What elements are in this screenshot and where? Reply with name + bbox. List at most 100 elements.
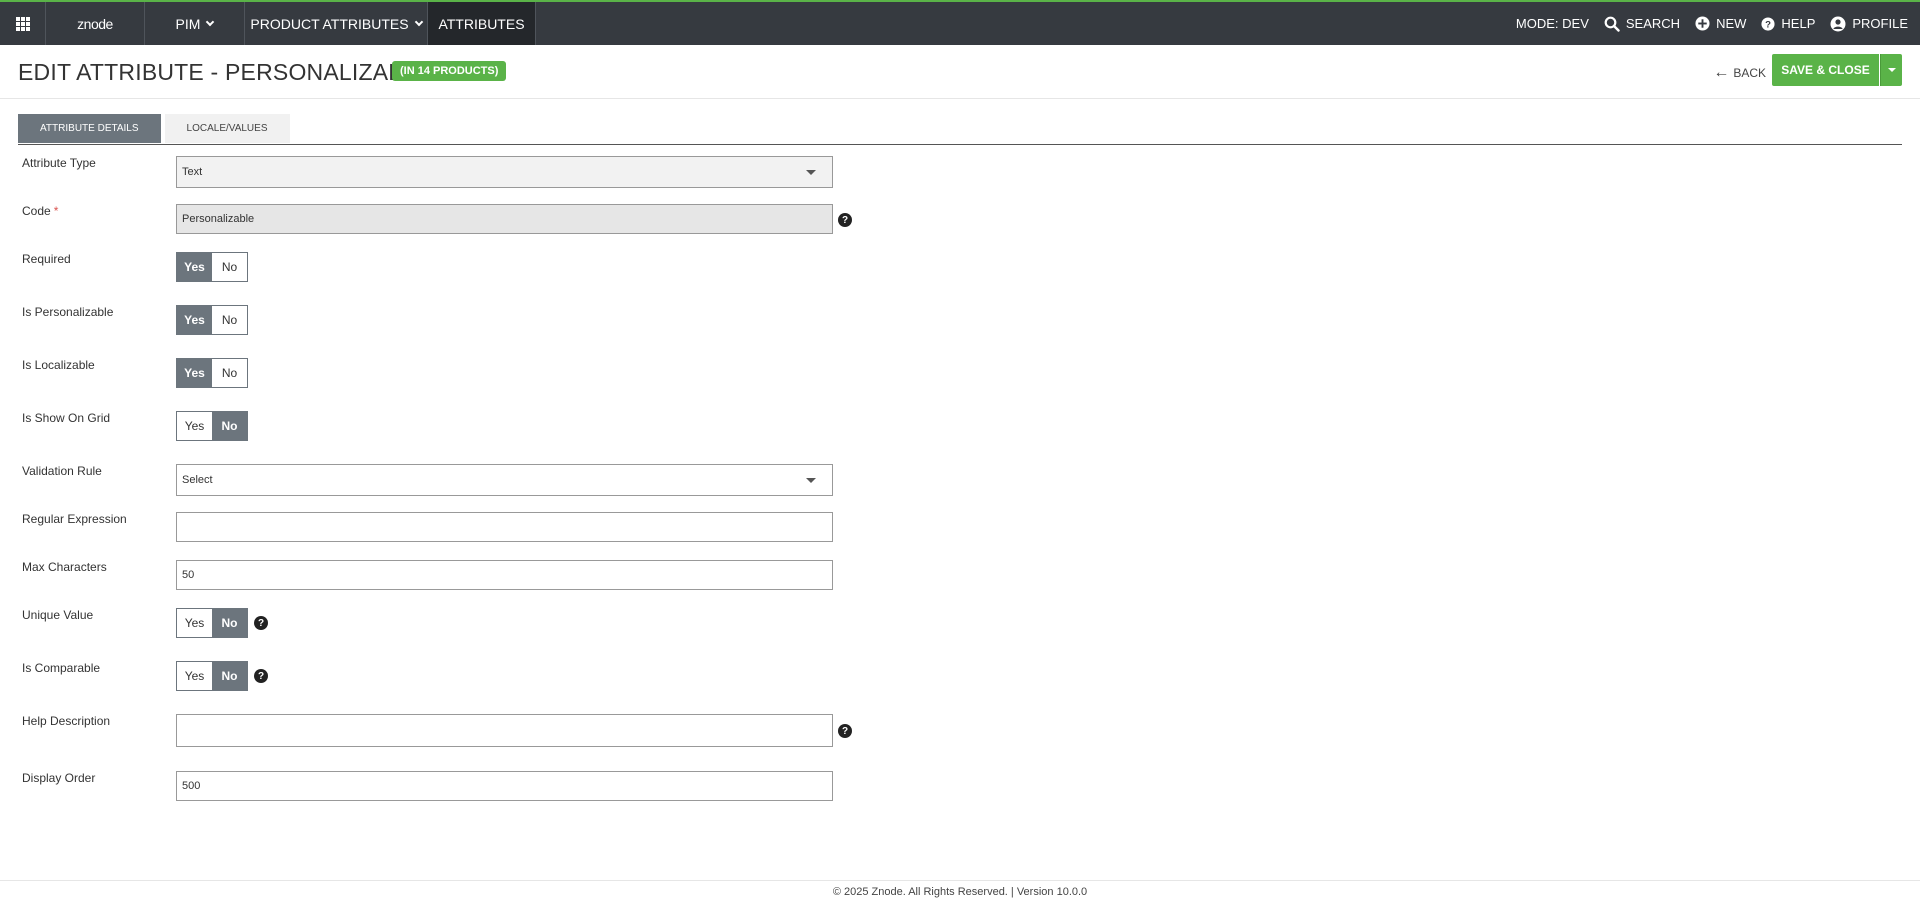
max-characters-input[interactable]: 50	[176, 560, 833, 590]
question-circle-icon: ?	[1761, 16, 1775, 31]
required-toggle: Yes No	[176, 252, 248, 282]
tab-locale-values[interactable]: LOCALE/VALUES	[164, 114, 290, 143]
is-localizable-label: Is Localizable	[22, 358, 95, 372]
required-label: Required	[22, 252, 71, 266]
right-menu: MODE: DEV SEARCH NEW ? HELP PROFILE	[1501, 2, 1908, 45]
help-description-label: Help Description	[22, 714, 111, 728]
nav-pim-label: PIM	[175, 15, 201, 32]
display-order-label: Display Order	[22, 771, 96, 785]
save-options-dropdown[interactable]	[1880, 54, 1902, 86]
is-personalizable-toggle: Yes No	[176, 305, 248, 335]
is-show-on-grid-no[interactable]: No	[212, 412, 247, 440]
is-show-on-grid-toggle: Yes No	[176, 411, 248, 441]
caret-down-icon	[806, 170, 816, 175]
row-code: Code * Personalizable ?	[22, 204, 922, 238]
help-description-input[interactable]	[176, 714, 833, 747]
is-personalizable-label: Is Personalizable	[22, 305, 114, 319]
profile-button[interactable]: PROFILE	[1830, 16, 1908, 32]
validation-rule-value: Select	[182, 474, 213, 486]
required-marker: *	[53, 204, 59, 218]
row-unique-value: Unique Value Yes No ?	[22, 608, 922, 642]
nav-attributes[interactable]: ATTRIBUTES	[428, 2, 536, 45]
is-comparable-no[interactable]: No	[212, 662, 247, 690]
tab-bar: ATTRIBUTE DETAILS LOCALE/VALUES	[18, 114, 294, 144]
attribute-type-value: Text	[182, 166, 203, 178]
search-icon	[1604, 16, 1620, 32]
mode-indicator[interactable]: MODE: DEV	[1516, 16, 1589, 31]
chevron-down-icon	[414, 17, 423, 26]
validation-rule-label: Validation Rule	[22, 464, 102, 478]
arrow-left-icon: ←	[1713, 64, 1730, 81]
code-label-text: Code	[22, 204, 51, 218]
unique-value-toggle: Yes No	[176, 608, 248, 638]
row-help-description: Help Description ?	[22, 714, 922, 748]
is-personalizable-yes[interactable]: Yes	[177, 306, 212, 334]
product-count-badge: (IN 14 PRODUCTS)	[392, 61, 507, 81]
is-localizable-toggle: Yes No	[176, 358, 248, 388]
row-is-show-on-grid: Is Show On Grid Yes No	[22, 411, 922, 445]
is-localizable-yes[interactable]: Yes	[177, 359, 212, 387]
search-label: SEARCH	[1625, 16, 1681, 31]
row-is-localizable: Is Localizable Yes No	[22, 358, 922, 392]
row-is-personalizable: Is Personalizable Yes No	[22, 305, 922, 339]
nav-pim[interactable]: PIM	[145, 2, 245, 45]
required-no[interactable]: No	[212, 253, 247, 281]
question-circle-icon[interactable]: ?	[838, 724, 852, 738]
is-comparable-toggle: Yes No	[176, 661, 248, 691]
top-navbar: znode PIM PRODUCT ATTRIBUTES ATTRIBUTES …	[0, 0, 1920, 45]
new-label: NEW	[1716, 16, 1747, 31]
profile-label: PROFILE	[1852, 16, 1908, 31]
attribute-type-label: Attribute Type	[22, 156, 96, 170]
is-comparable-yes[interactable]: Yes	[177, 662, 212, 690]
row-is-comparable: Is Comparable Yes No ?	[22, 661, 922, 695]
svg-text:?: ?	[1765, 19, 1771, 30]
back-label: BACK	[1733, 66, 1766, 80]
app-grid-icon[interactable]	[0, 2, 46, 45]
validation-rule-select[interactable]: Select	[176, 464, 833, 496]
row-max-characters: Max Characters 50	[22, 560, 922, 594]
unique-value-label: Unique Value	[22, 608, 94, 622]
page-footer: © 2025 Znode. All Rights Reserved. | Ver…	[0, 880, 1920, 898]
unique-value-no[interactable]: No	[212, 609, 247, 637]
chevron-down-icon	[206, 17, 215, 26]
help-label: HELP	[1781, 16, 1816, 31]
search-button[interactable]: SEARCH	[1604, 16, 1680, 32]
row-required: Required Yes No	[22, 252, 922, 286]
help-button[interactable]: ? HELP	[1761, 16, 1815, 31]
page-title: EDIT ATTRIBUTE - PERSONALIZABLE	[18, 59, 433, 85]
row-regular-expression: Regular Expression	[22, 512, 922, 546]
is-show-on-grid-label: Is Show On Grid	[22, 411, 111, 425]
question-circle-icon[interactable]: ?	[838, 213, 852, 227]
save-close-button[interactable]: SAVE & CLOSE	[1772, 54, 1879, 86]
question-circle-icon[interactable]: ?	[254, 616, 268, 630]
new-button[interactable]: NEW	[1695, 16, 1746, 31]
mode-label: MODE: DEV	[1515, 16, 1589, 31]
logo-text: znode	[77, 15, 113, 32]
tab-attribute-details[interactable]: ATTRIBUTE DETAILS	[18, 114, 161, 143]
code-input[interactable]: Personalizable	[176, 204, 833, 234]
back-button[interactable]: ← BACK	[1713, 61, 1766, 85]
is-comparable-label: Is Comparable	[22, 661, 101, 675]
is-localizable-no[interactable]: No	[212, 359, 247, 387]
tab-divider	[18, 144, 1902, 145]
row-attribute-type: Attribute Type Text	[22, 156, 922, 190]
is-show-on-grid-yes[interactable]: Yes	[177, 412, 212, 440]
is-personalizable-no[interactable]: No	[212, 306, 247, 334]
page-header: EDIT ATTRIBUTE - PERSONALIZABLE (IN 14 P…	[0, 45, 1920, 99]
znode-logo[interactable]: znode	[46, 2, 145, 45]
code-label: Code *	[22, 204, 58, 218]
row-validation-rule: Validation Rule Select	[22, 464, 922, 498]
attribute-type-select[interactable]: Text	[176, 156, 833, 188]
required-yes[interactable]: Yes	[177, 253, 212, 281]
nav-product-attributes[interactable]: PRODUCT ATTRIBUTES	[245, 2, 428, 45]
max-characters-label: Max Characters	[22, 560, 107, 574]
row-display-order: Display Order 500	[22, 771, 922, 805]
regular-expression-input[interactable]	[176, 512, 833, 542]
unique-value-yes[interactable]: Yes	[177, 609, 212, 637]
plus-circle-icon	[1695, 16, 1710, 31]
display-order-input[interactable]: 500	[176, 771, 833, 801]
footer-text: © 2025 Znode. All Rights Reserved. | Ver…	[832, 886, 1088, 898]
nav-attributes-label: ATTRIBUTES	[438, 15, 525, 32]
question-circle-icon[interactable]: ?	[254, 669, 268, 683]
caret-down-icon	[806, 478, 816, 483]
